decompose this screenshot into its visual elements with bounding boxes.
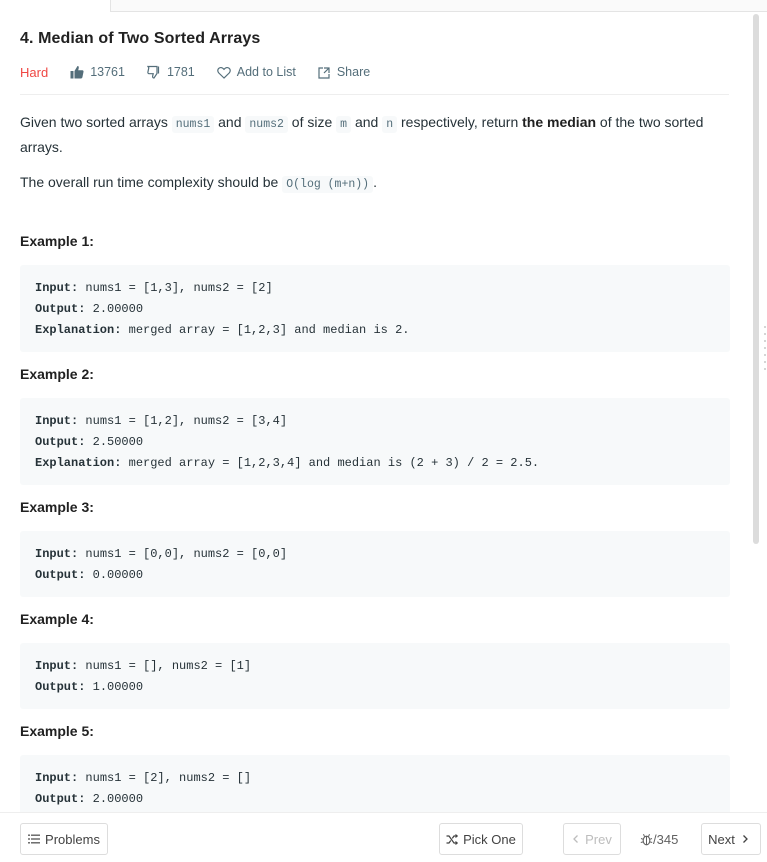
statement-text: Given two sorted arrays bbox=[20, 114, 172, 130]
share-button[interactable]: Share bbox=[318, 65, 370, 79]
inline-code: m bbox=[336, 116, 352, 133]
example-line-key: Output: bbox=[35, 435, 86, 449]
thumbs-down-icon bbox=[146, 65, 160, 79]
bold-text: the median bbox=[522, 114, 597, 130]
top-tab-bar bbox=[110, 0, 767, 12]
chevron-right-icon bbox=[742, 835, 748, 843]
shuffle-icon bbox=[446, 833, 459, 845]
pick-one-label: Pick One bbox=[463, 831, 516, 847]
problem-statement: Given two sorted arrays nums1 and nums2 … bbox=[20, 111, 730, 196]
prev-button[interactable]: Prev bbox=[563, 823, 621, 855]
example-line: Output: 2.00000 bbox=[35, 299, 715, 320]
example-line-value: nums1 = [1,3], nums2 = [2] bbox=[78, 281, 273, 295]
statement-text: of size bbox=[287, 114, 337, 130]
dislike-count: 1781 bbox=[166, 65, 195, 79]
next-button[interactable]: Next bbox=[701, 823, 761, 855]
example-title: Example 5: bbox=[20, 723, 94, 739]
example-line: Input: nums1 = [0,0], nums2 = [0,0] bbox=[35, 544, 715, 565]
add-to-list-button[interactable]: Add to List bbox=[216, 65, 296, 79]
example-line-value: nums1 = [0,0], nums2 = [0,0] bbox=[78, 547, 288, 561]
example-line: Input: nums1 = [1,3], nums2 = [2] bbox=[35, 278, 715, 299]
example-line: Output: 0.00000 bbox=[35, 565, 715, 586]
problems-button[interactable]: Problems bbox=[20, 823, 108, 855]
example-title: Example 3: bbox=[20, 499, 94, 515]
example-line: Output: 2.00000 bbox=[35, 789, 715, 810]
example-list: Example 1: Input: nums1 = [1,3], nums2 = … bbox=[20, 233, 730, 812]
example-line: Output: 2.50000 bbox=[35, 432, 715, 453]
example-line-value: 2.00000 bbox=[85, 792, 144, 806]
inline-code: nums2 bbox=[245, 116, 288, 133]
like-button[interactable]: 13761 bbox=[70, 65, 125, 79]
example-code-block: Input: nums1 = [1,2], nums2 = [3,4] Outpu… bbox=[20, 398, 730, 485]
example-line-value: 2.00000 bbox=[85, 302, 144, 316]
add-to-list-label: Add to List bbox=[236, 65, 296, 79]
problem-description-panel: 4. Median of Two Sorted Arrays Hard 1376… bbox=[0, 12, 751, 812]
example-line-value: 0.00000 bbox=[85, 568, 144, 582]
example-line-key: Input: bbox=[35, 547, 79, 561]
example-line: Output: 1.00000 bbox=[35, 677, 715, 698]
example-line: Input: nums1 = [], nums2 = [1] bbox=[35, 656, 715, 677]
example-line-key: Output: bbox=[35, 302, 86, 316]
example-line-key: Input: bbox=[35, 771, 79, 785]
example-line-key: Input: bbox=[35, 281, 79, 295]
example-line-value: nums1 = [1,2], nums2 = [3,4] bbox=[78, 414, 288, 428]
share-icon bbox=[318, 66, 330, 79]
list-icon bbox=[28, 834, 41, 844]
complexity-paragraph: The overall run time complexity should b… bbox=[20, 171, 730, 196]
problem-counter: /345 bbox=[640, 832, 678, 847]
example-line-key: Explanation: bbox=[35, 323, 122, 337]
example-code-block: Input: nums1 = [1,3], nums2 = [2] Output:… bbox=[20, 265, 730, 352]
statement-text: . bbox=[373, 174, 377, 190]
example-line-key: Output: bbox=[35, 792, 86, 806]
inline-code: nums1 bbox=[171, 116, 215, 133]
example-line: Explanation: merged array = [1,2,3] and … bbox=[35, 320, 715, 341]
chevron-left-icon bbox=[573, 835, 579, 843]
example-title: Example 2: bbox=[20, 366, 94, 382]
inline-code: n bbox=[382, 116, 398, 133]
example-line-value: nums1 = [], nums2 = [1] bbox=[78, 659, 252, 673]
dislike-button[interactable]: 1781 bbox=[146, 65, 195, 79]
example-code-block: Input: nums1 = [], nums2 = [1] Output: 1.… bbox=[20, 643, 730, 709]
bug-icon bbox=[640, 834, 653, 846]
heart-icon bbox=[216, 66, 231, 79]
prev-label: Prev bbox=[585, 831, 612, 847]
scrollbar-thumb[interactable] bbox=[753, 14, 759, 544]
share-label: Share bbox=[336, 65, 371, 79]
example-line-key: Output: bbox=[35, 680, 86, 694]
example-line-key: Explanation: bbox=[35, 456, 122, 470]
next-label: Next bbox=[708, 831, 735, 847]
example-title: Example 1: bbox=[20, 233, 94, 249]
example-code-block: Input: nums1 = [2], nums2 = [] Output: 2.… bbox=[20, 755, 730, 812]
example-line: Input: nums1 = [2], nums2 = [] bbox=[35, 768, 715, 789]
example-line-value: merged array = [1,2,3,4] and median is (… bbox=[121, 456, 540, 470]
example-line: Input: nums1 = [1,2], nums2 = [3,4] bbox=[35, 411, 715, 432]
example-line: Explanation: merged array = [1,2,3,4] an… bbox=[35, 453, 715, 474]
problems-label: Problems bbox=[45, 831, 100, 847]
inline-code: O(log (m+n)) bbox=[282, 176, 374, 193]
bottom-toolbar: Problems Pick One Prev /345 Next bbox=[0, 812, 767, 862]
pick-one-button[interactable]: Pick One bbox=[439, 823, 523, 855]
statement-text: and bbox=[214, 114, 246, 130]
statement-text: and bbox=[351, 114, 383, 130]
problem-title: 4. Median of Two Sorted Arrays bbox=[20, 30, 261, 47]
thumbs-up-icon bbox=[70, 66, 84, 79]
example-line-value: merged array = [1,2,3] and median is 2. bbox=[121, 323, 410, 337]
like-count: 13761 bbox=[90, 65, 125, 79]
example-line-key: Output: bbox=[35, 568, 86, 582]
example-line-value: 1.00000 bbox=[85, 680, 144, 694]
statement-text: The overall run time complexity should b… bbox=[20, 174, 283, 190]
counter-label: /345 bbox=[653, 832, 679, 847]
example-line-key: Input: bbox=[35, 414, 79, 428]
difficulty-badge: Hard bbox=[20, 64, 49, 80]
example-line-key: Input: bbox=[35, 659, 79, 673]
problem-meta-bar: Hard 13761 1781 Add to List Share bbox=[20, 62, 730, 82]
example-line-value: nums1 = [2], nums2 = [] bbox=[78, 771, 252, 785]
example-title: Example 4: bbox=[20, 611, 94, 627]
statement-paragraph: Given two sorted arrays nums1 and nums2 … bbox=[20, 111, 730, 158]
divider bbox=[20, 94, 729, 95]
example-line-value: 2.50000 bbox=[85, 435, 144, 449]
example-code-block: Input: nums1 = [0,0], nums2 = [0,0] Outpu… bbox=[20, 531, 730, 597]
statement-text: respectively, return bbox=[397, 114, 523, 130]
